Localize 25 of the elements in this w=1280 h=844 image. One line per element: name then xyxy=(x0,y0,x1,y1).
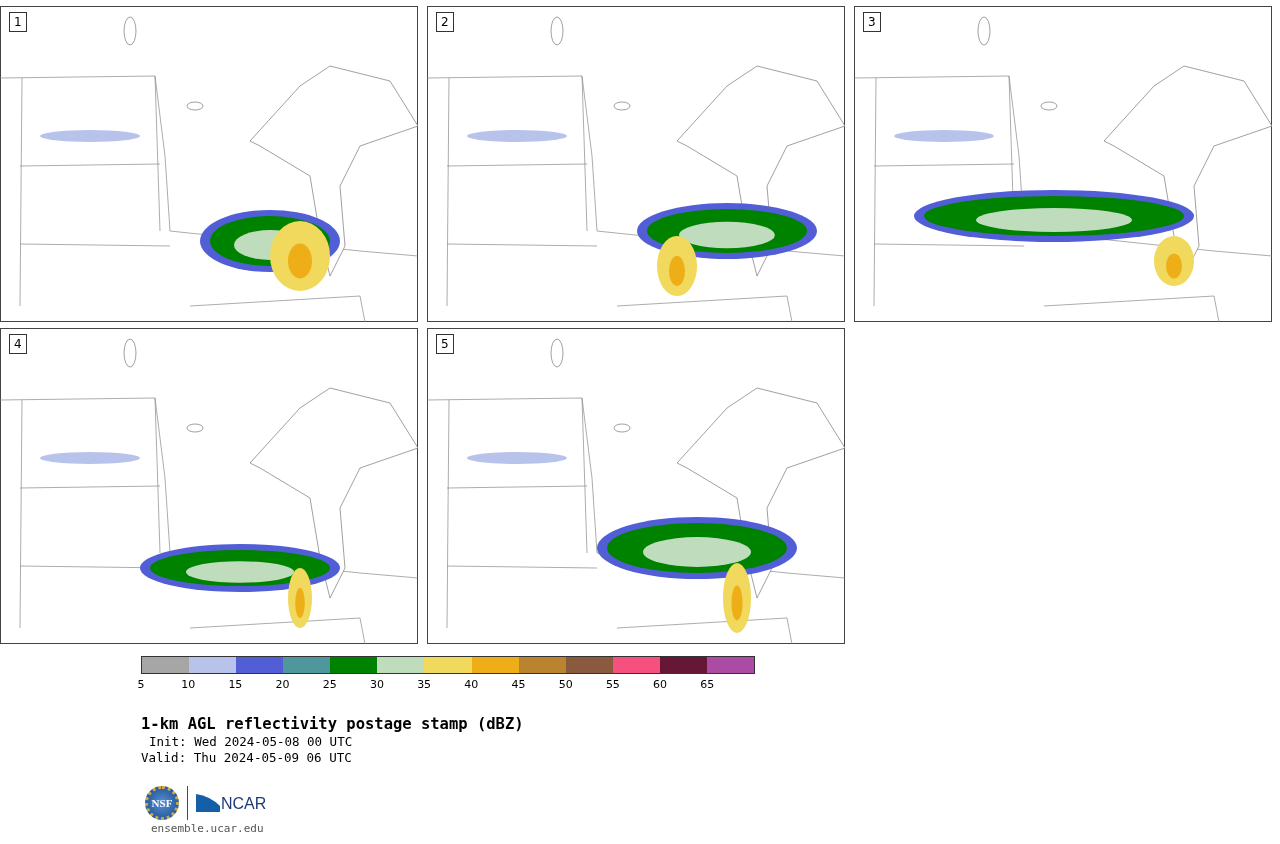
tick-label: 55 xyxy=(605,678,620,691)
nsf-logo: NSF xyxy=(145,786,179,820)
tick-label: 20 xyxy=(275,678,290,691)
panel-number: 3 xyxy=(863,12,881,32)
chart-title: 1-km AGL reflectivity postage stamp (dBZ) xyxy=(141,714,525,734)
tick-label: 25 xyxy=(322,678,337,691)
panel-number: 1 xyxy=(9,12,27,32)
init-time: Init: Wed 2024-05-08 00 UTC xyxy=(148,734,354,750)
website-url: ensemble.ucar.edu xyxy=(151,822,265,835)
tick-label: 15 xyxy=(228,678,243,691)
panel-number: 2 xyxy=(436,12,454,32)
tick-label: 50 xyxy=(558,678,573,691)
tick-label: 35 xyxy=(417,678,432,691)
panel-number: 4 xyxy=(9,334,27,354)
valid-time: Valid: Thu 2024-05-09 06 UTC xyxy=(141,750,353,766)
panel-number: 5 xyxy=(436,334,454,354)
tick-label: 5 xyxy=(137,678,145,691)
tick-label: 10 xyxy=(181,678,196,691)
tick-label: 60 xyxy=(653,678,668,691)
tick-label: 65 xyxy=(700,678,715,691)
tick-label: 40 xyxy=(464,678,479,691)
tick-label: 45 xyxy=(511,678,526,691)
tick-label: 30 xyxy=(369,678,384,691)
ncar-logo: NCAR xyxy=(221,796,267,812)
ncar-swoosh-icon xyxy=(196,794,220,812)
